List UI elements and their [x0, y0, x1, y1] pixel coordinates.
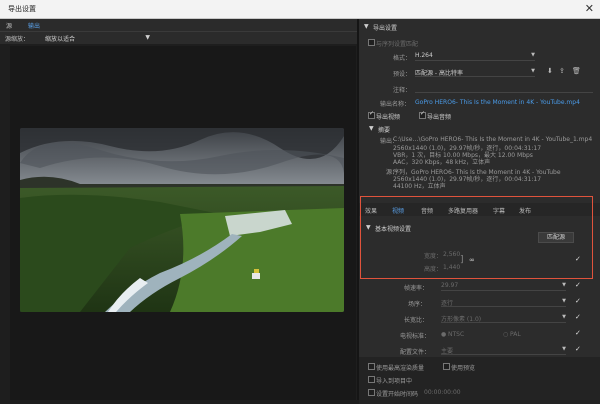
field-order-label: 场序：: [408, 301, 427, 308]
close-icon[interactable]: ✕: [585, 2, 594, 15]
dropdown-caret-icon: ▼: [562, 314, 566, 320]
import-into-project-label: 导入到项目中: [376, 378, 413, 385]
dropdown-caret-icon: ▼: [562, 282, 566, 288]
export-audio-label: 导出音频: [427, 114, 452, 121]
checkbox-checked-icon[interactable]: ✓: [575, 281, 581, 289]
aspect-select[interactable]: 方形像素 (1.0) ▼: [441, 314, 566, 323]
comment-label: 注释：: [393, 87, 412, 94]
output-name-label: 输出名称：: [380, 101, 411, 108]
match-sequence-label: 与序列设置匹配: [376, 41, 419, 48]
dropdown-caret-icon: ▼: [562, 346, 566, 352]
export-audio-checkbox[interactable]: [419, 110, 426, 119]
checkbox-checked-icon[interactable]: ✓: [575, 297, 581, 305]
set-start-timecode-label: 设置开始时间码: [376, 391, 419, 398]
summary-source-line: 44100 Hz，立体声: [393, 183, 446, 190]
frame-rate-select[interactable]: 29.97 ▼: [441, 282, 566, 291]
import-preset-icon[interactable]: ⇪: [559, 67, 565, 75]
comment-input[interactable]: [415, 84, 593, 93]
source-scaling-select[interactable]: 缩放以适合 ▼: [45, 34, 150, 43]
export-video-checkbox[interactable]: [368, 110, 375, 119]
delete-preset-icon[interactable]: 🗑: [572, 67, 581, 75]
highlight-box: [360, 196, 593, 279]
dropdown-caret-icon: ▼: [145, 34, 150, 41]
preset-select[interactable]: 匹配源 - 高比特率 ▼: [415, 68, 535, 77]
checkbox-checked-icon[interactable]: ✓: [575, 313, 581, 321]
tv-standard-label: 电视标准：: [400, 333, 431, 340]
tv-standard-pal: PAL: [510, 331, 521, 338]
format-value: H.264: [415, 52, 433, 59]
source-scaling-value: 缩放以适合: [45, 36, 76, 43]
source-scaling-label: 源缩放：: [5, 36, 30, 43]
window-title: 导出设置: [8, 5, 36, 13]
export-video-label: 导出视频: [376, 114, 401, 121]
video-preview-image: [20, 128, 344, 312]
dropdown-caret-icon: ▼: [531, 52, 535, 58]
bottom-options: 使用最高渲染质量 使用预览 导入到项目中 设置开始时间码 00:00:00:00: [359, 357, 600, 404]
aspect-label: 长宽比：: [404, 317, 429, 324]
max-render-quality-label: 使用最高渲染质量: [376, 365, 425, 372]
use-previews-checkbox[interactable]: [443, 363, 450, 370]
start-timecode-value[interactable]: 00:00:00:00: [424, 389, 461, 396]
radio-ntsc-icon[interactable]: ●: [441, 331, 446, 338]
field-order-select[interactable]: 逐行 ▼: [441, 298, 566, 307]
dropdown-caret-icon: ▼: [531, 68, 535, 74]
output-name-link[interactable]: GoPro HERO6- This Is the Moment in 4K - …: [415, 99, 580, 106]
save-preset-icon[interactable]: ⬇: [547, 67, 553, 75]
profile-label: 配置文件：: [400, 349, 431, 356]
checkbox-checked-icon[interactable]: ✓: [575, 345, 581, 353]
summary-output-line: AAC，320 Kbps，48 kHz，立体声: [393, 159, 491, 166]
summary-header: 摘要: [378, 127, 391, 134]
set-start-timecode-checkbox[interactable]: [368, 389, 375, 396]
format-select[interactable]: H.264 ▼: [415, 52, 535, 61]
checkbox-checked-icon[interactable]: ✓: [575, 329, 581, 337]
format-label: 格式：: [393, 55, 412, 62]
tab-source[interactable]: 源: [6, 21, 12, 30]
use-previews-label: 使用预览: [451, 365, 476, 372]
export-settings-header: 导出设置: [373, 25, 398, 32]
preset-value: 匹配源 - 高比特率: [415, 70, 463, 77]
frame-rate-label: 帧速率：: [404, 285, 429, 292]
import-into-project-checkbox[interactable]: [368, 376, 375, 383]
collapse-triangle-icon[interactable]: ▼: [369, 125, 374, 132]
source-scaling-bar: 源缩放： 缩放以适合 ▼: [0, 32, 358, 44]
summary-output-line: C:\Use…\GoPro HERO6- This Is the Moment …: [393, 136, 593, 143]
preset-label: 预设：: [393, 71, 412, 78]
dropdown-caret-icon: ▼: [562, 298, 566, 304]
left-tabs: 源 输出: [0, 19, 358, 32]
max-render-quality-checkbox[interactable]: [368, 363, 375, 370]
profile-select[interactable]: 主要 ▼: [441, 346, 566, 355]
tv-standard-ntsc: NTSC: [448, 331, 465, 338]
title-bar: 导出设置 ✕: [0, 0, 600, 19]
tab-output[interactable]: 输出: [28, 21, 40, 30]
match-sequence-checkbox[interactable]: [368, 39, 375, 46]
radio-pal-icon[interactable]: ○: [503, 331, 508, 338]
collapse-triangle-icon[interactable]: ▼: [364, 23, 369, 30]
